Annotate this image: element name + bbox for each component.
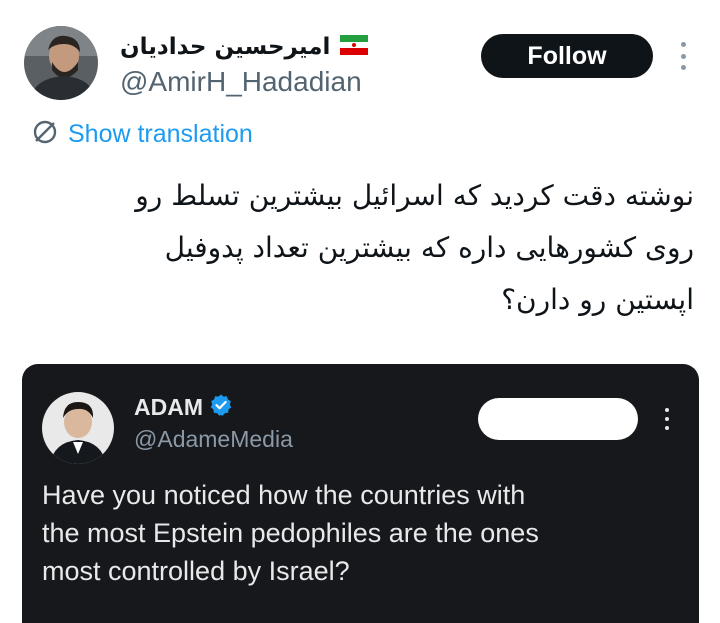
quoted-name-row: ADAM bbox=[134, 392, 233, 422]
quoted-handle[interactable]: @AdameMedia bbox=[134, 426, 293, 453]
tweet-body-line: روی کشورهایی داره که بیشترین تعداد پدوفی… bbox=[164, 231, 694, 264]
obscured-button[interactable] bbox=[478, 398, 638, 440]
quoted-display-name[interactable]: ADAM bbox=[134, 394, 203, 421]
author-avatar[interactable] bbox=[24, 26, 98, 100]
follow-button[interactable]: Follow bbox=[481, 34, 653, 78]
tweet-body-line: اپستین رو دارن؟ bbox=[501, 283, 694, 316]
quoted-body-line: most controlled by Israel? bbox=[42, 556, 350, 586]
translate-icon bbox=[32, 119, 58, 150]
iran-flag-icon bbox=[340, 34, 369, 60]
tweet-screenshot: امیرحسین حدادیان @AmirH_Hadadian Follow … bbox=[0, 0, 720, 623]
author-display-name[interactable]: امیرحسین حدادیان bbox=[120, 34, 330, 60]
quoted-more-options-icon[interactable] bbox=[662, 408, 672, 430]
show-translation-link[interactable]: Show translation bbox=[32, 118, 253, 150]
more-options-icon[interactable] bbox=[676, 42, 690, 70]
quoted-author-avatar[interactable] bbox=[42, 392, 114, 464]
author-handle[interactable]: @AmirH_Hadadian bbox=[120, 66, 362, 98]
tweet-body-line: نوشته دقت کردید که اسرائیل بیشترین تسلط … bbox=[135, 179, 694, 212]
show-translation-label: Show translation bbox=[68, 119, 253, 148]
verified-badge-icon bbox=[209, 393, 233, 422]
tweet-body: نوشته دقت کردید که اسرائیل بیشترین تسلط … bbox=[44, 170, 694, 326]
quoted-tweet-body: Have you noticed how the countries with … bbox=[42, 476, 682, 590]
quoted-body-line: Have you noticed how the countries with bbox=[42, 480, 526, 510]
author-name-row: امیرحسین حدادیان bbox=[120, 30, 369, 64]
quoted-tweet-card[interactable]: ADAM @AdameMedia Have you noticed how th… bbox=[22, 364, 699, 623]
quoted-body-line: the most Epstein pedophiles are the ones bbox=[42, 518, 539, 548]
